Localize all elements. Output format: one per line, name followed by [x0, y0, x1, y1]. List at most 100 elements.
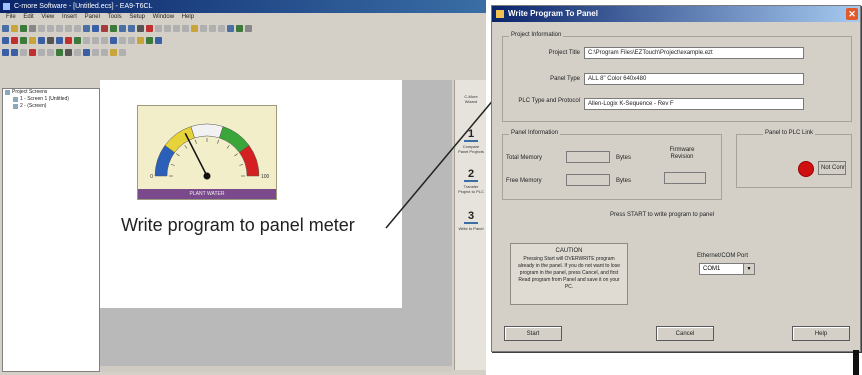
help-button[interactable]: Help — [792, 326, 850, 341]
screen-icon[interactable] — [119, 25, 126, 32]
dialog-title: Write Program To Panel — [508, 9, 598, 18]
screen-icon — [13, 97, 18, 102]
line-icon[interactable] — [11, 37, 18, 44]
zoom-icon[interactable] — [92, 25, 99, 32]
italic-icon[interactable] — [173, 25, 180, 32]
editor-menu-bar: File Edit View Insert Panel Tools Setup … — [0, 14, 486, 23]
menu-panel[interactable]: Panel — [85, 14, 100, 20]
run-icon[interactable] — [236, 25, 243, 32]
alarm-icon[interactable] — [146, 25, 153, 32]
new-icon[interactable] — [2, 25, 9, 32]
chevron-down-icon[interactable]: ▼ — [743, 264, 754, 274]
port-select[interactable]: COM1 ▼ — [699, 263, 755, 275]
total-memory-label: Total Memory — [506, 155, 543, 161]
right-icon[interactable] — [218, 25, 225, 32]
menu-setup[interactable]: Setup — [129, 14, 145, 20]
settings-icon[interactable] — [245, 25, 252, 32]
wizard-step-1[interactable]: 1 Compare Panel Projects — [458, 128, 484, 154]
slider-icon[interactable] — [119, 37, 126, 44]
lock-icon[interactable] — [65, 49, 72, 56]
step-label: Write to Panel — [458, 226, 484, 231]
ungroup-icon[interactable] — [155, 37, 162, 44]
editor-window: C-more Software - [Untitled.ecs] - EA9-T… — [0, 0, 486, 375]
prop-icon[interactable] — [83, 49, 90, 56]
switch-icon[interactable] — [128, 37, 135, 44]
image-icon[interactable] — [92, 37, 99, 44]
cut-icon[interactable] — [38, 25, 45, 32]
print-icon[interactable] — [29, 25, 36, 32]
panel-meter[interactable]: 0 100 PLANT WATER — [137, 105, 277, 200]
project-title-field[interactable]: C:\Program Files\EZTouch\Project\example… — [584, 47, 804, 59]
tree-item-root[interactable]: Project Screens — [3, 89, 99, 96]
left-icon[interactable] — [200, 25, 207, 32]
rotate-icon[interactable] — [29, 49, 36, 56]
flip-icon[interactable] — [20, 49, 27, 56]
underline-icon[interactable] — [182, 25, 189, 32]
wizard-step-3[interactable]: 3 Write to Panel — [458, 210, 484, 231]
font-icon[interactable] — [155, 25, 162, 32]
menu-window[interactable]: Window — [153, 14, 174, 20]
project-tree[interactable]: Project Screens 1 - Screen 1 (Untitled) … — [2, 88, 100, 372]
rectangle-icon[interactable] — [20, 37, 27, 44]
open-icon[interactable] — [11, 25, 18, 32]
tree-item-screen-2[interactable]: 2 - (Screen) — [3, 103, 99, 110]
space-icon[interactable] — [47, 49, 54, 56]
screen-canvas[interactable]: 0 100 PLANT WATER — [100, 80, 402, 308]
horizontal-scrollbar[interactable] — [100, 366, 452, 372]
grid-icon[interactable] — [83, 25, 90, 32]
tag-icon[interactable] — [137, 25, 144, 32]
info-icon[interactable] — [119, 49, 126, 56]
transfer-icon[interactable] — [227, 25, 234, 32]
undo-icon[interactable] — [65, 25, 72, 32]
start-button[interactable]: Start — [504, 326, 562, 341]
note-icon[interactable] — [110, 49, 117, 56]
layer-icon[interactable] — [110, 25, 117, 32]
bold-icon[interactable] — [164, 25, 171, 32]
dialog-title-bar: Write Program To Panel ✕ — [492, 6, 860, 22]
save-icon[interactable] — [20, 25, 27, 32]
copy-icon[interactable] — [47, 25, 54, 32]
color-icon[interactable] — [191, 25, 198, 32]
menu-help[interactable]: Help — [182, 14, 194, 20]
meter-icon[interactable] — [65, 37, 72, 44]
wizard-step-2[interactable]: 2 Transfer Project to PLC — [458, 168, 484, 194]
menu-file[interactable]: File — [6, 14, 16, 20]
hide-icon[interactable] — [74, 49, 81, 56]
panel-icon[interactable] — [128, 25, 135, 32]
snap-icon[interactable] — [56, 49, 63, 56]
trend-icon[interactable] — [110, 37, 117, 44]
chart-icon[interactable] — [101, 37, 108, 44]
replace-icon[interactable] — [101, 49, 108, 56]
write-program-dialog: Write Program To Panel ✕ Project Informa… — [491, 5, 861, 352]
tree-item-screen-1[interactable]: 1 - Screen 1 (Untitled) — [3, 96, 99, 103]
paste-icon[interactable] — [56, 25, 63, 32]
project-information-title: Project Information — [509, 32, 564, 38]
size-icon[interactable] — [38, 49, 45, 56]
pointer-icon[interactable] — [2, 37, 9, 44]
find-icon[interactable] — [92, 49, 99, 56]
back-icon[interactable] — [11, 49, 18, 56]
lamp-icon[interactable] — [56, 37, 63, 44]
menu-insert[interactable]: Insert — [62, 14, 77, 20]
button-icon[interactable] — [47, 37, 54, 44]
recipe-icon[interactable] — [137, 37, 144, 44]
menu-view[interactable]: View — [41, 14, 54, 20]
numeric-icon[interactable] — [83, 37, 90, 44]
align-icon[interactable] — [101, 25, 108, 32]
panel-type-field[interactable]: ALL 8" Color 640x480 — [584, 73, 804, 85]
ellipse-icon[interactable] — [29, 37, 36, 44]
menu-tools[interactable]: Tools — [108, 14, 122, 20]
cancel-button[interactable]: Cancel — [656, 326, 714, 341]
center-icon[interactable] — [209, 25, 216, 32]
group-icon[interactable] — [146, 37, 153, 44]
meter-tick — [217, 139, 220, 144]
meter-scale-label: 100 — [261, 174, 270, 180]
bar-icon[interactable] — [74, 37, 81, 44]
close-icon[interactable]: ✕ — [846, 8, 858, 20]
redo-icon[interactable] — [74, 25, 81, 32]
front-icon[interactable] — [2, 49, 9, 56]
text-icon[interactable] — [38, 37, 45, 44]
plc-type-field[interactable]: Allen-Logix K-Sequence - Rev F — [584, 98, 804, 110]
meter-needle — [184, 132, 208, 177]
menu-edit[interactable]: Edit — [23, 14, 33, 20]
